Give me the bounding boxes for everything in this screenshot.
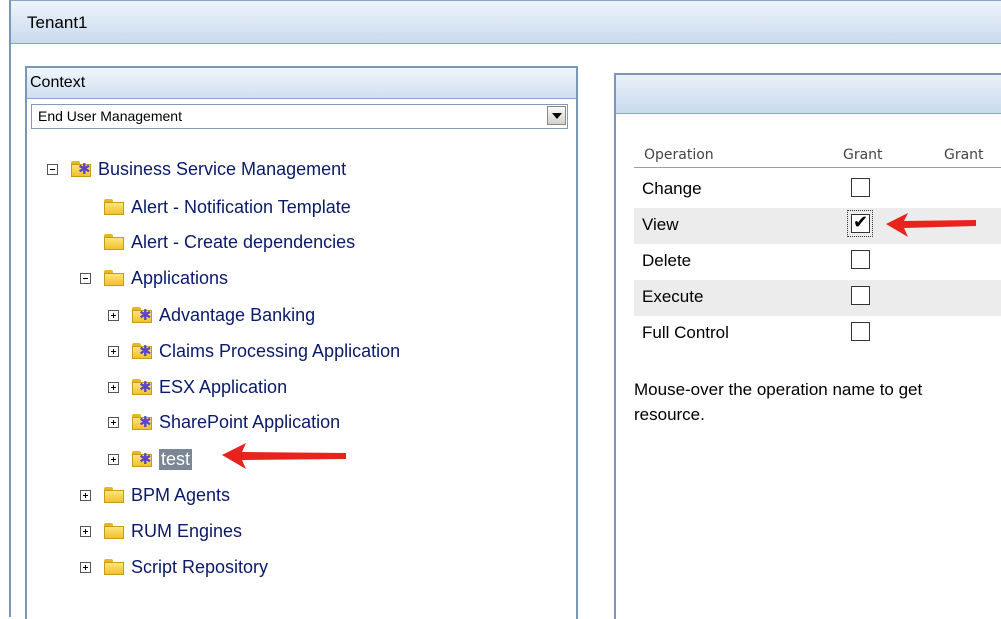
folder-icon	[103, 486, 125, 504]
tree-item-label[interactable]: Alert - Create dependencies	[131, 232, 355, 253]
expand-icon[interactable]	[80, 489, 91, 501]
tree-item-label[interactable]: Script Repository	[131, 557, 268, 578]
tree-item[interactable]: Alert - Notification Template	[80, 193, 351, 221]
red-arrow-icon	[886, 213, 976, 237]
permissions-panel: Operation Grant Grant Change View Delete…	[614, 73, 1001, 619]
column-grant: Grant	[843, 147, 883, 163]
operation-label[interactable]: Full Control	[642, 323, 729, 343]
folder-icon	[103, 522, 125, 540]
column-operation: Operation	[644, 147, 714, 163]
tree-item-label[interactable]: Claims Processing Application	[159, 341, 400, 362]
grant-checkbox[interactable]	[851, 286, 870, 305]
tree-item[interactable]: Applications	[80, 264, 228, 292]
grant-checkbox[interactable]	[851, 322, 870, 341]
title-bar: Tenant1	[11, 1, 1001, 44]
tree-item[interactable]: ✱ SharePoint Application	[108, 408, 340, 436]
tree-item-label[interactable]: RUM Engines	[131, 521, 242, 542]
folder-icon	[103, 558, 125, 576]
tree-item[interactable]: RUM Engines	[80, 517, 242, 545]
ci-folder-icon: ✱	[131, 306, 153, 324]
red-arrow-icon	[222, 443, 346, 469]
permissions-header	[616, 75, 1001, 114]
grant-checkbox[interactable]	[851, 250, 870, 269]
tree-item[interactable]: ✱ ESX Application	[108, 373, 287, 401]
expand-icon[interactable]	[108, 416, 119, 428]
expand-icon[interactable]	[80, 561, 91, 573]
chevron-down-icon[interactable]	[547, 106, 566, 125]
folder-icon	[103, 198, 125, 216]
folder-icon	[103, 269, 125, 287]
tree-item-label[interactable]: ESX Application	[159, 377, 287, 398]
window-title: Tenant1	[27, 13, 88, 32]
tree-item-label[interactable]: SharePoint Application	[159, 412, 340, 433]
ci-folder-icon: ✱	[70, 160, 92, 178]
ci-folder-icon: ✱	[131, 450, 153, 468]
collapse-icon[interactable]	[47, 163, 58, 175]
expand-icon[interactable]	[108, 453, 119, 465]
tree-item-label[interactable]: Business Service Management	[98, 159, 346, 180]
tree-item[interactable]: ✱ test	[108, 445, 193, 473]
ci-folder-icon: ✱	[131, 378, 153, 396]
grant-checkbox[interactable]	[851, 178, 870, 197]
tree-item-label[interactable]: Applications	[131, 268, 228, 289]
context-dropdown[interactable]: End User Management	[31, 104, 568, 129]
tree-item-label[interactable]: BPM Agents	[131, 485, 230, 506]
context-dropdown-value: End User Management	[38, 108, 182, 124]
ci-folder-icon: ✱	[131, 413, 153, 431]
ci-folder-icon: ✱	[131, 342, 153, 360]
folder-icon	[103, 233, 125, 251]
tree-item[interactable]: ✱ Business Service Management	[47, 155, 346, 183]
grant-checkbox-checked[interactable]	[851, 212, 870, 233]
permission-row: Change	[634, 172, 1001, 208]
expand-icon[interactable]	[108, 309, 119, 321]
context-header-label: Context	[30, 74, 86, 91]
permissions-note-line2: resource.	[634, 405, 705, 424]
tree-item[interactable]: BPM Agents	[80, 481, 230, 509]
tree-item-label[interactable]: Advantage Banking	[159, 305, 315, 326]
tree-item-label[interactable]: Alert - Notification Template	[131, 197, 351, 218]
permission-row: Execute	[634, 280, 1001, 316]
permissions-column-header: Operation Grant Grant	[634, 145, 1001, 168]
expand-icon[interactable]	[80, 525, 91, 537]
context-header: Context	[27, 68, 576, 99]
operation-label[interactable]: Change	[642, 179, 702, 199]
operation-label[interactable]: Delete	[642, 251, 691, 271]
collapse-icon[interactable]	[80, 272, 91, 284]
window-left-border	[9, 0, 11, 617]
tree-item[interactable]: Alert - Create dependencies	[80, 228, 355, 256]
permissions-note-line1: Mouse-over the operation name to get	[634, 380, 923, 399]
operation-label[interactable]: View	[642, 215, 679, 235]
expand-icon[interactable]	[108, 345, 119, 357]
permission-row: Delete	[634, 244, 1001, 280]
tree-item[interactable]: Script Repository	[80, 553, 268, 581]
tree-item[interactable]: ✱ Claims Processing Application	[108, 337, 400, 365]
tree-item-label-selected[interactable]: test	[159, 448, 193, 470]
expand-icon[interactable]	[108, 381, 119, 393]
column-grant-2: Grant	[944, 147, 984, 163]
tree-item[interactable]: ✱ Advantage Banking	[108, 301, 315, 329]
permissions-note: Mouse-over the operation name to get res…	[634, 377, 1001, 427]
permission-row: Full Control	[634, 316, 1001, 352]
operation-label[interactable]: Execute	[642, 287, 703, 307]
